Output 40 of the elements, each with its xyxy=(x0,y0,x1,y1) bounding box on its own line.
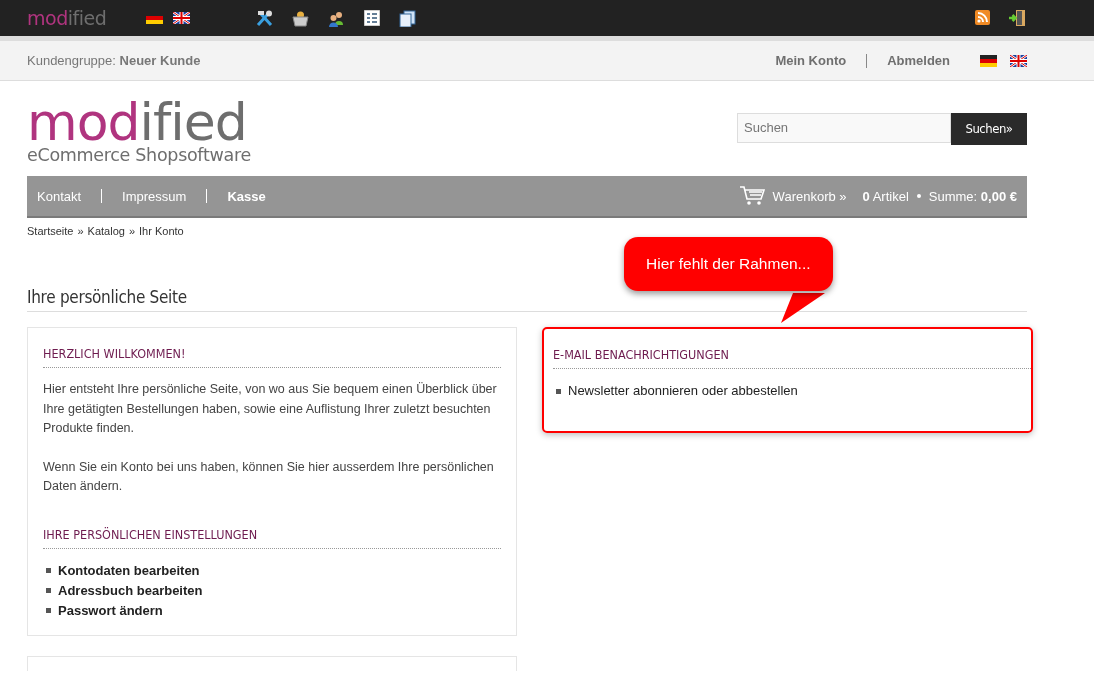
account-link[interactable]: Mein Konto xyxy=(775,53,847,68)
bullet-icon xyxy=(46,588,51,593)
bullet-icon xyxy=(916,194,921,198)
cart-count: 0 Artikel xyxy=(862,188,909,204)
german-flag-icon[interactable] xyxy=(980,54,997,67)
customer-group: Kundengruppe: Neuer Kunde xyxy=(27,53,201,68)
breadcrumb-link[interactable]: Startseite xyxy=(27,225,74,237)
settings-link[interactable]: Passwort ändern xyxy=(58,600,163,621)
section-heading: IHRE PERSÖNLICHEN EINSTELLUNGEN xyxy=(43,526,501,549)
tools-icon[interactable] xyxy=(256,9,274,27)
users-icon[interactable] xyxy=(328,9,346,27)
bullet-icon xyxy=(556,388,561,394)
breadcrumb-separator: » xyxy=(77,225,84,237)
callout-bubble: Hier fehlt der Rahmen... xyxy=(624,237,833,291)
documents-icon[interactable] xyxy=(399,9,417,27)
search-field[interactable]: Suchen xyxy=(737,112,951,143)
section-heading: E-MAIL BENACHRICHTIGUNGEN xyxy=(553,347,1031,369)
rss-icon[interactable] xyxy=(975,10,990,25)
bullet-icon xyxy=(46,568,51,573)
paragraph: Hier entsteht Ihre persönliche Seite, von wo aus Sie bequem einen Überblick über Ihre getätigten Bestellungen haben, sowie eine Auflistung Ihrer zuletzt besuchten Produkte finden. xyxy=(43,381,498,437)
settings-link[interactable]: Kontodaten bearbeiten xyxy=(58,560,200,581)
basket-icon[interactable] xyxy=(292,9,310,27)
newsletter-link[interactable]: Newsletter abonnieren oder abbestellen xyxy=(568,381,798,401)
section-heading: HERZLICH WILLKOMMEN! xyxy=(43,346,501,368)
account-link[interactable]: Abmelden xyxy=(887,53,950,68)
breadcrumb-link[interactable]: Katalog xyxy=(87,225,125,237)
breadcrumb-link[interactable]: Ihr Konto xyxy=(139,225,184,237)
cart-sum: Summe: 0,00 € xyxy=(928,188,1017,204)
uk-flag-icon[interactable] xyxy=(173,12,191,24)
bullet-icon xyxy=(46,608,51,613)
exit-door-icon[interactable] xyxy=(1009,10,1026,26)
breadcrumb-separator: » xyxy=(128,225,136,237)
shop-logo[interactable]: modified eCommerce Shopsoftware xyxy=(27,92,251,165)
uk-flag-icon[interactable] xyxy=(1010,54,1027,67)
paragraph: Wenn Sie ein Konto bei uns haben, können Sie hier ausserdem Ihre persönlichen Daten ändern. xyxy=(43,458,495,495)
cart-icon[interactable] xyxy=(739,186,765,206)
search-button[interactable]: Suchen» xyxy=(951,112,1027,145)
list-icon[interactable] xyxy=(364,9,381,26)
callout-tail-icon xyxy=(779,293,825,323)
settings-link[interactable]: Adressbuch bearbeiten xyxy=(58,580,203,601)
